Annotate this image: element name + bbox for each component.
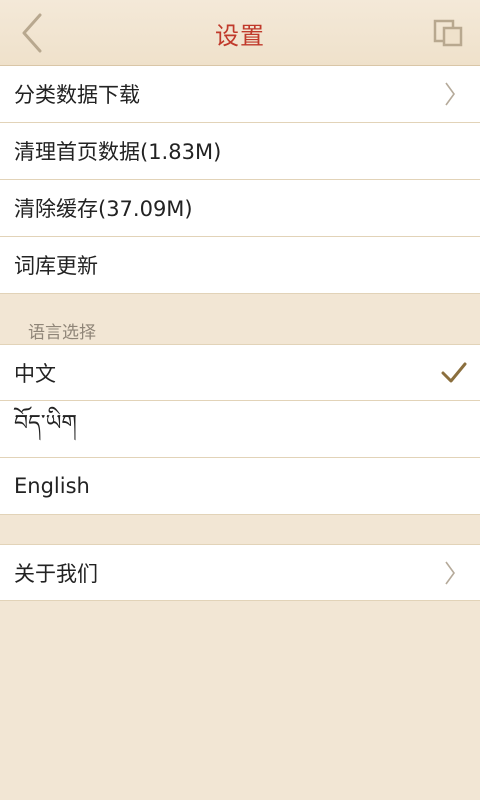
about-group: 关于我们 [0,544,480,601]
checkmark-icon [441,362,467,382]
copy-button[interactable] [430,14,466,52]
about-us-label: 关于我们 [14,561,98,586]
category-data-download-label: 分类数据下载 [14,83,140,107]
language-section-label: 语言选择 [28,323,96,343]
language-group: 中文 བོད་ཡིག English [0,344,480,515]
language-option-tibetan[interactable]: བོད་ཡིག [0,401,480,458]
clear-home-data-row[interactable]: 清理首页数据(1.83M) [0,123,480,180]
dictionary-update-label: 词库更新 [14,254,98,278]
about-us-row[interactable]: 关于我们 [0,544,480,601]
language-option-english[interactable]: English [0,458,480,515]
clear-cache-label: 清除缓存(37.09M) [14,197,193,221]
page-title: 设置 [215,21,265,50]
dictionary-update-row[interactable]: 词库更新 [0,237,480,294]
data-settings-group: 分类数据下载 清理首页数据(1.83M) 清除缓存(37.09M) 词库更新 [0,66,480,294]
chevron-right-icon [445,561,455,584]
chevron-right-icon [445,82,455,106]
header-bar: 设置 [0,0,480,66]
language-option-label: བོད་ཡིག [14,411,77,436]
copy-icon [433,19,463,47]
language-option-label: English [14,474,90,498]
clear-home-data-label: 清理首页数据(1.83M) [14,140,222,164]
category-data-download-row[interactable]: 分类数据下载 [0,66,480,123]
clear-cache-row[interactable]: 清除缓存(37.09M) [0,180,480,237]
language-option-chinese[interactable]: 中文 [0,344,480,401]
language-option-label: 中文 [14,361,56,386]
